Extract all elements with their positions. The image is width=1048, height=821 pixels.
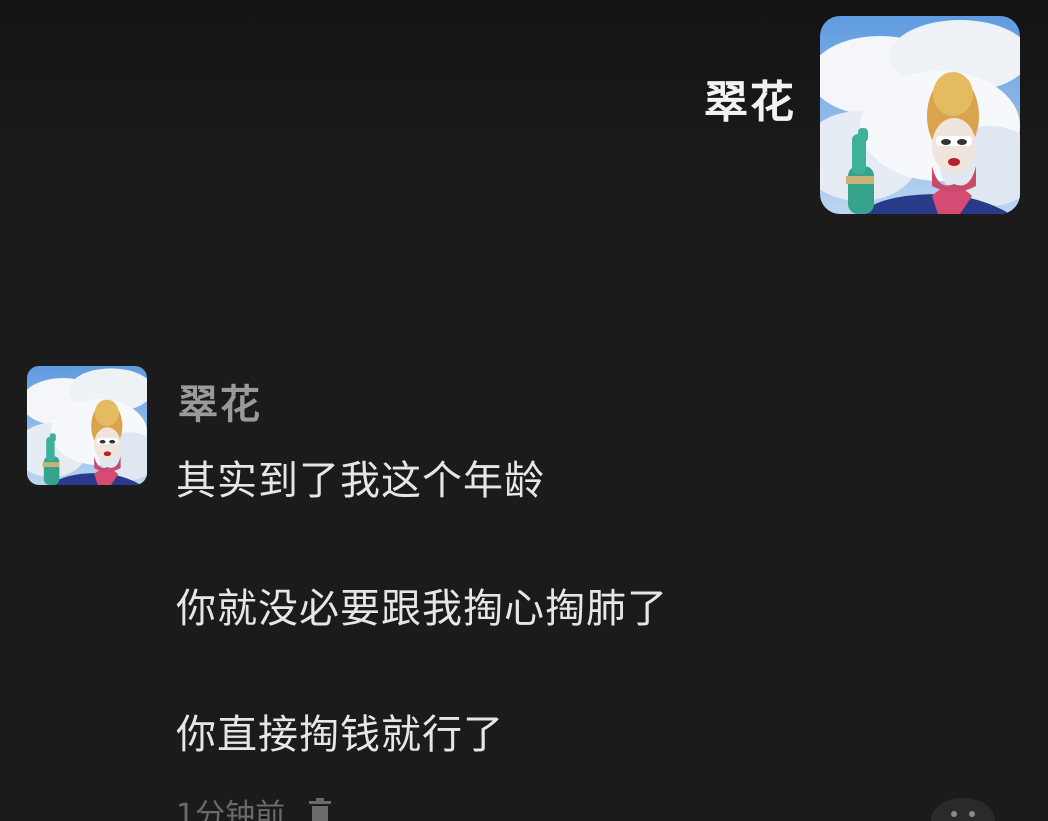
comment-author[interactable]: 翠花 — [178, 372, 262, 430]
comment-text-line: 你就没必要跟我掏心掏肺了 — [176, 586, 668, 632]
comment-avatar[interactable] — [27, 366, 147, 485]
comment-text-line: 其实到了我这个年龄 — [176, 458, 545, 504]
comment-text-line: 你直接掏钱就行了 — [176, 712, 504, 758]
header-bar: 翠花 — [0, 0, 1048, 214]
avatar-image — [27, 366, 147, 485]
trash-icon[interactable] — [307, 797, 333, 821]
profile-avatar[interactable] — [820, 16, 1020, 214]
chat-screen: 翠花 翠花 其实到了我这个年龄 你就没必要跟我掏心掏肺了 你直接掏钱就行了 1分… — [0, 0, 1048, 821]
emoji-icon[interactable] — [928, 790, 998, 821]
comment-timestamp: 1分钟前 — [176, 798, 286, 821]
comment-meta: 1分钟前 — [176, 792, 333, 821]
avatar-image — [820, 16, 1020, 214]
profile-name[interactable]: 翠花 — [704, 66, 796, 130]
